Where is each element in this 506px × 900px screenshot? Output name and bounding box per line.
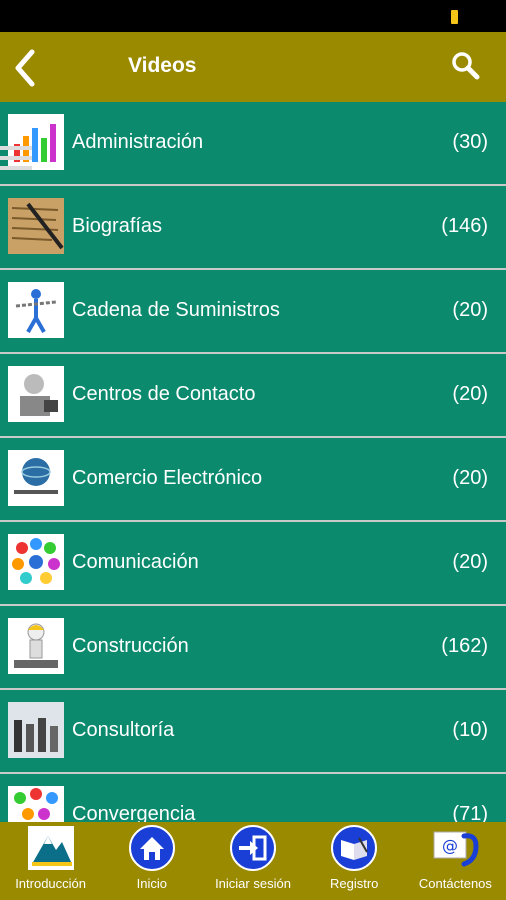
page-title: Videos [128,54,197,77]
ecommerce-thumbnail [8,450,64,506]
tab-label: Introducción [15,876,87,891]
tab-introduccion[interactable]: Introducción [0,822,101,900]
tab-inicio[interactable]: Inicio [101,822,202,900]
tab-label: Registro [330,876,379,891]
list-item[interactable]: Consultoría (10) [0,690,506,774]
list-item-label: Comercio Electrónico [72,467,263,489]
convergence-thumbnail [8,786,64,824]
search-icon [452,52,480,80]
back-button[interactable] [8,46,48,90]
list-item-count: (30) [452,131,488,153]
battery-icon [451,10,458,24]
list-item-count: (20) [452,299,488,321]
list-item[interactable]: Comercio Electrónico (20) [0,438,506,522]
list-item-label: Convergencia [72,803,196,824]
list-item-label: Consultoría [72,719,175,741]
list-item-count: (71) [452,803,488,824]
tab-label: Contáctenos [418,876,492,891]
svg-text:@: @ [442,836,458,855]
list-item[interactable]: Administración (30) [0,102,506,186]
list-item-count: (20) [452,551,488,573]
list-item[interactable]: Biografías (146) [0,186,506,270]
biographies-thumbnail [8,198,64,254]
list-item-label: Construcción [72,635,189,657]
list-item-label: Comunicación [72,551,199,573]
contact-center-thumbnail [8,366,64,422]
contact-phone-icon: @ [433,831,479,867]
list-item-label: Cadena de Suministros [72,299,280,321]
hamburger-menu-icon[interactable] [0,146,32,176]
home-icon [128,825,175,871]
construction-thumbnail [8,618,64,674]
tab-label: Inicio [136,876,167,891]
list-item-count: (10) [452,719,488,741]
list-item[interactable]: Centros de Contacto (20) [0,354,506,438]
communication-thumbnail [8,534,64,590]
search-button[interactable] [450,50,482,82]
list-item[interactable]: Construcción (162) [0,606,506,690]
tab-registro[interactable]: Registro [304,822,405,900]
list-item-label: Centros de Contacto [72,383,256,405]
list-item[interactable]: Comunicación (20) [0,522,506,606]
list-item-label: Administración [72,131,204,153]
login-icon [230,825,276,871]
list-item-count: (20) [452,383,488,405]
list-item-count: (146) [441,215,488,237]
list-item-count: (20) [452,467,488,489]
list-item-count: (162) [441,635,488,657]
list-item[interactable]: Convergencia (71) [0,774,506,824]
consulting-thumbnail [8,702,64,758]
register-book-icon [331,825,378,871]
chevron-left-icon [15,49,35,87]
category-list[interactable]: Administración (30) Biografías (146) Cad… [0,102,506,824]
bottom-tab-bar: Introducción Inicio Iniciar sesión Regis… [0,822,506,900]
header-bar: Videos [0,32,506,102]
list-item[interactable]: Cadena de Suministros (20) [0,270,506,354]
tab-contactenos[interactable]: @ Contáctenos [405,822,506,900]
tab-label: Iniciar sesión [215,876,291,891]
tab-iniciar-sesion[interactable]: Iniciar sesión [202,822,303,900]
supply-chain-thumbnail [8,282,64,338]
mountain-logo-icon [27,826,74,870]
status-bar [0,0,506,32]
list-item-label: Biografías [72,215,163,237]
